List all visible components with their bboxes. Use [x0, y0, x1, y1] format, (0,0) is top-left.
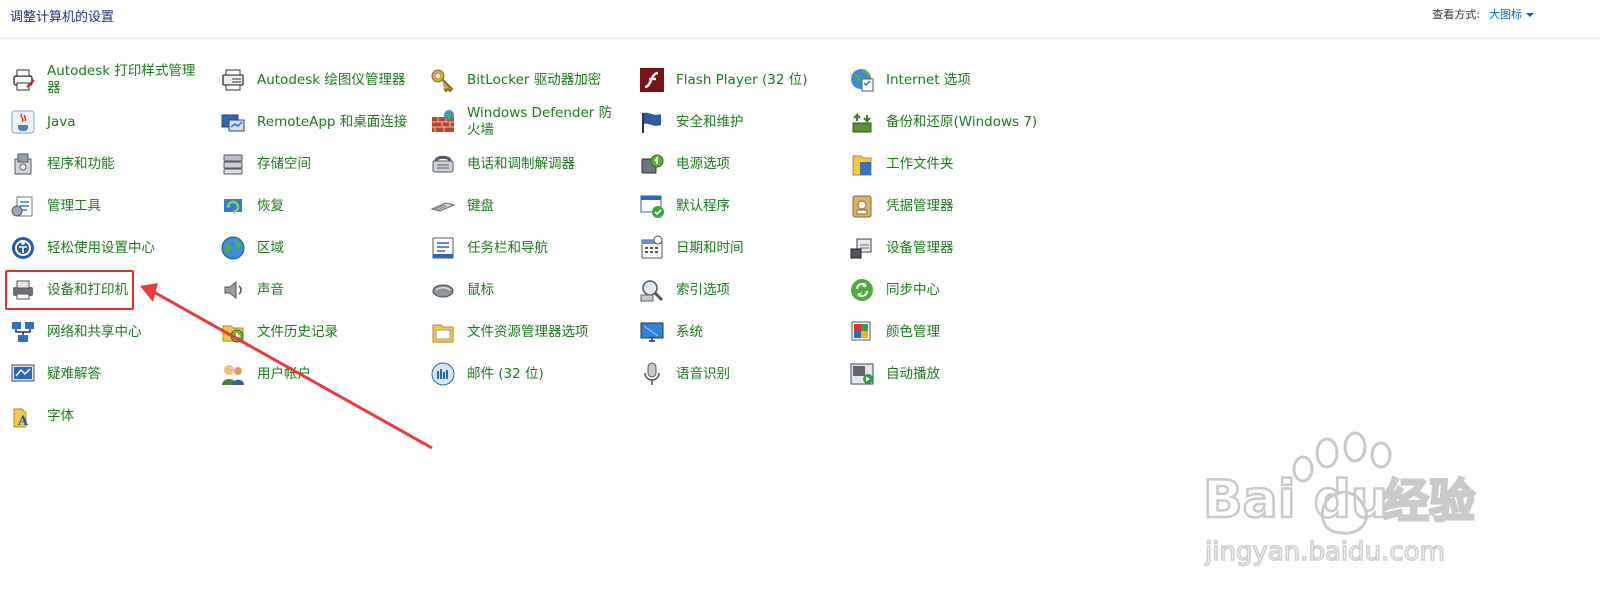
baidu-watermark: Bai du 经验 jingyan.baidu.com — [1202, 431, 1476, 568]
watermark-url: jingyan.baidu.com — [1204, 537, 1445, 567]
watermark-suffix: 经验 — [1383, 474, 1475, 528]
watermark-brand: Bai du — [1203, 470, 1388, 530]
